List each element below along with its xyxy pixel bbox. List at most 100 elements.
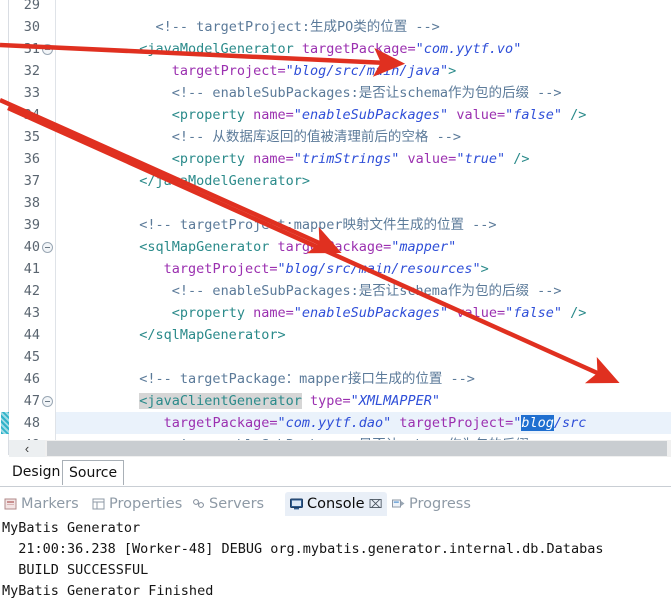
bottom-view-panel: Markers Properties Servers Console ⌧ Progress…: [0, 490, 671, 608]
line-number: 43: [23, 305, 40, 321]
console-icon: [290, 494, 304, 510]
console-line: MyBatis Generator Finished: [2, 583, 214, 599]
code-token: "mapper": [391, 239, 457, 255]
view-tab-label: Console: [307, 496, 365, 512]
code-line[interactable]: targetPackage="com.yytf.dao" targetProje…: [58, 412, 586, 434]
editor-mode-tabs: Design Source: [0, 458, 671, 487]
code-token: name=: [253, 107, 294, 123]
line-number: 45: [23, 349, 40, 365]
code-line[interactable]: <property name="enableSubPackages" value…: [58, 104, 587, 126]
code-line[interactable]: <!-- targetProject:生成PO类的位置 -->: [58, 16, 440, 38]
code-token: <!-- enableSubPackages:是否让schema作为包的后缀 -…: [171, 283, 562, 299]
code-token: name=: [253, 305, 294, 321]
line-number: 41: [23, 261, 40, 277]
fold-collapse-icon[interactable]: [42, 242, 53, 253]
console-line: 21:00:36.238 [Worker-48] DEBUG org.mybat…: [2, 541, 604, 557]
line-number: 44: [23, 327, 40, 343]
line-number: 40: [23, 239, 40, 255]
line-number: 48: [23, 415, 40, 431]
line-number: 29: [23, 0, 40, 13]
code-token: targetPackage=: [163, 415, 278, 431]
code-token: >: [480, 261, 489, 277]
code-token: <property: [171, 305, 245, 321]
code-line[interactable]: <sqlMapGenerator targetPackage="mapper": [58, 236, 456, 258]
view-tab-properties[interactable]: Properties: [92, 492, 182, 516]
line-number: 33: [23, 85, 40, 101]
scroll-left-arrow-icon[interactable]: ‹: [9, 440, 45, 457]
fold-collapse-icon[interactable]: [42, 44, 53, 55]
console-line: MyBatis Generator: [2, 520, 141, 536]
line-number: 35: [23, 129, 40, 145]
line-number: 38: [23, 195, 40, 211]
code-line[interactable]: <!-- enableSubPackages:是否让schema作为包的后缀 -…: [58, 280, 562, 302]
code-line[interactable]: <!-- targetProject:mapper映射文件生成的位置 -->: [58, 214, 496, 236]
code-token: blog: [521, 415, 554, 431]
code-token: <!-- targetProject:生成PO类的位置 -->: [155, 19, 440, 35]
code-token: </javaModelGenerator>: [139, 173, 310, 189]
view-tab-console[interactable]: Console ⌧: [285, 492, 388, 516]
code-token: "enableSubPackages": [293, 305, 449, 321]
code-token: "blog/src/main/resources": [277, 261, 481, 277]
code-token: targetPackage=: [277, 239, 392, 255]
code-token: />: [562, 107, 587, 123]
code-token: "true": [456, 151, 506, 167]
code-line[interactable]: <property name="enableSubPackages" value…: [58, 302, 587, 324]
code-line[interactable]: <javaModelGenerator targetPackage="com.y…: [58, 38, 521, 60]
xml-source-editor[interactable]: 29 30 <!-- targetProject:生成PO类的位置 --> 31 <…: [0, 0, 671, 455]
properties-icon: [92, 494, 106, 510]
code-token: "false": [505, 305, 562, 321]
code-token: "com.yytf.dao": [277, 415, 392, 431]
code-token: /src: [553, 415, 587, 431]
line-number: 32: [23, 63, 40, 79]
code-token: name=: [253, 151, 294, 167]
code-token: "false": [505, 107, 562, 123]
tab-design[interactable]: Design: [6, 460, 66, 484]
code-token: targetPackage=: [301, 41, 416, 57]
code-line[interactable]: </sqlMapGenerator>: [58, 324, 285, 346]
markers-icon: [4, 494, 18, 510]
code-token: <sqlMapGenerator: [139, 239, 270, 255]
console-line: BUILD SUCCESSFUL: [2, 562, 149, 578]
view-tab-progress[interactable]: Progress: [392, 492, 471, 516]
servers-icon: [192, 494, 206, 508]
fold-collapse-icon[interactable]: [42, 396, 53, 407]
view-tab-markers[interactable]: Markers: [4, 492, 79, 516]
tab-source[interactable]: Source: [62, 460, 125, 485]
code-line[interactable]: <!-- enableSubPackages:是否让schema作为包的后缀 -…: [58, 82, 562, 104]
code-token: <javaModelGenerator: [139, 41, 294, 57]
code-token: />: [505, 151, 530, 167]
code-token: targetProject=: [399, 415, 514, 431]
line-number: 47: [23, 393, 40, 409]
code-line[interactable]: </javaModelGenerator>: [58, 170, 310, 192]
line-number: 42: [23, 283, 40, 299]
code-token: "XMLMAPPER": [350, 393, 441, 409]
code-line[interactable]: <!-- 从数据库返回的值被清理前后的空格 -->: [58, 126, 461, 148]
code-line[interactable]: <!-- targetPackage：mapper接口生成的位置 -->: [58, 368, 475, 390]
code-token: >: [448, 63, 457, 79]
code-line[interactable]: <property name="trimStrings" value="true…: [58, 148, 530, 170]
code-line[interactable]: targetProject="blog/src/main/java">: [58, 60, 457, 82]
code-line[interactable]: targetProject="blog/src/main/resources">: [58, 258, 489, 280]
code-token: "trimStrings": [293, 151, 400, 167]
close-icon[interactable]: ⌧: [369, 497, 383, 511]
console-output[interactable]: MyBatis Generator 21:00:36.238 [Worker-4…: [0, 518, 671, 608]
code-token: targetProject=: [171, 63, 286, 79]
code-line[interactable]: <javaClientGenerator type="XMLMAPPER": [58, 390, 440, 412]
code-token: <javaClientGenerator: [139, 393, 302, 409]
line-number: 46: [23, 371, 40, 387]
view-tab-servers[interactable]: Servers: [192, 492, 264, 516]
horizontal-scrollbar-thumb[interactable]: [47, 441, 667, 456]
